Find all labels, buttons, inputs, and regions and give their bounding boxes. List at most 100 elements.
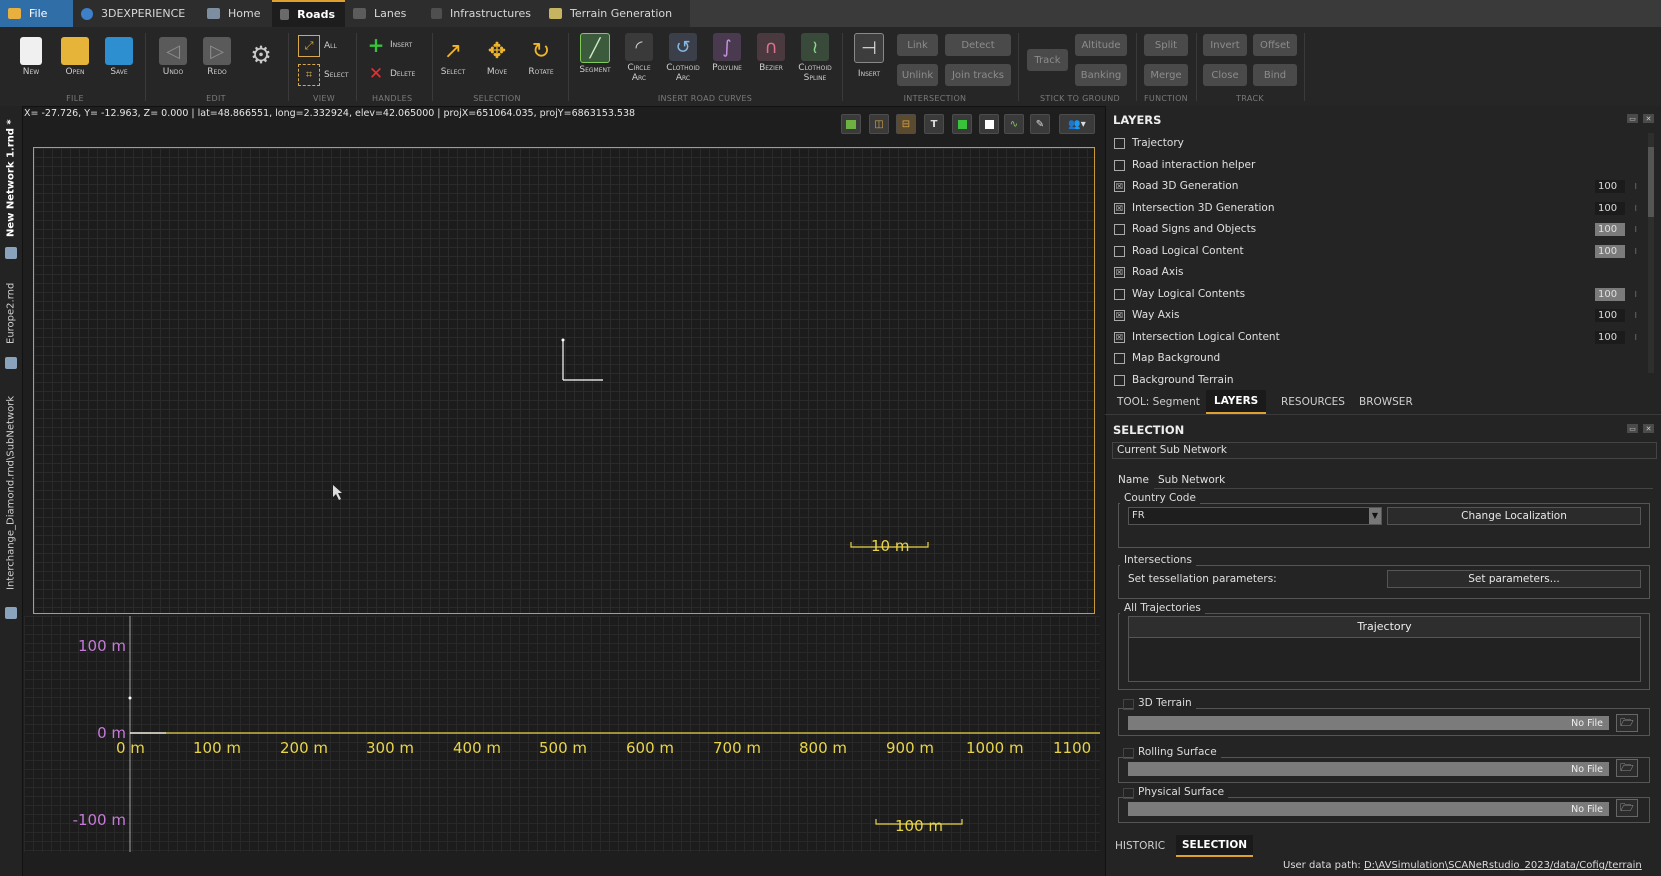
split-vertical-button[interactable]: ◫ bbox=[869, 114, 889, 134]
layer-row[interactable]: ☒ Road 3D Generation 100 ⁝ bbox=[1114, 177, 1639, 195]
green-layer-button[interactable] bbox=[952, 114, 972, 134]
country-code-select[interactable]: FR ▼ bbox=[1128, 507, 1382, 525]
tab-resources[interactable]: RESOURCES bbox=[1273, 390, 1353, 414]
circle-arc-button[interactable]: ◜ Circle Arc bbox=[619, 33, 659, 83]
layer-checkbox[interactable]: ☒ bbox=[1114, 180, 1125, 192]
clothoid-arc-button[interactable]: ↺ Clothoid Arc bbox=[663, 33, 703, 83]
edit-toggle-button[interactable]: ✎ bbox=[1030, 114, 1050, 134]
save-button[interactable]: Save bbox=[99, 37, 139, 77]
join-tracks-button[interactable]: Join tracks bbox=[945, 64, 1011, 86]
tab-home[interactable]: Home bbox=[199, 0, 272, 27]
layer-checkbox[interactable] bbox=[1114, 352, 1125, 364]
float-panel-icon[interactable]: ▭ bbox=[1627, 114, 1638, 123]
layer-row[interactable]: ☒ Road Axis bbox=[1114, 263, 1639, 281]
rolling-surface-file-field[interactable]: No File bbox=[1128, 762, 1609, 776]
layer-row[interactable]: Road Signs and Objects 100 ⁝ bbox=[1114, 220, 1639, 238]
bezier-button[interactable]: ∩ Bezier bbox=[751, 33, 791, 73]
split-button[interactable]: Split bbox=[1144, 34, 1188, 56]
change-localization-button[interactable]: Change Localization bbox=[1387, 507, 1641, 525]
segment-button[interactable]: ╱ Segment bbox=[575, 33, 615, 75]
layer-checkbox[interactable] bbox=[1114, 245, 1125, 257]
split-horizontal-button[interactable]: ⊟ bbox=[896, 114, 916, 134]
layer-checkbox[interactable] bbox=[1114, 137, 1125, 149]
layer-checkbox[interactable] bbox=[1114, 223, 1125, 235]
float-panel-icon[interactable]: ▭ bbox=[1627, 424, 1638, 433]
terrain-browse-button[interactable]: 🗁 bbox=[1616, 714, 1638, 732]
layer-row[interactable]: Way Logical Contents 100 ⁝ bbox=[1114, 285, 1639, 303]
invert-button[interactable]: Invert bbox=[1203, 34, 1247, 56]
tab-tool-segment[interactable]: TOOL: Segment bbox=[1109, 390, 1208, 414]
layer-row[interactable]: Map Background bbox=[1114, 349, 1639, 367]
altitude-button[interactable]: Altitude bbox=[1075, 34, 1127, 56]
redo-button[interactable]: ▷ Redo bbox=[197, 37, 237, 77]
close-panel-icon[interactable]: ✕ bbox=[1643, 424, 1654, 433]
layer-row[interactable]: ☒ Way Axis 100 ⁝ bbox=[1114, 306, 1639, 324]
spinner-icon[interactable]: ⁝ bbox=[1634, 225, 1637, 234]
detect-button[interactable]: Detect bbox=[945, 34, 1011, 56]
new-button[interactable]: New bbox=[11, 37, 51, 77]
name-input[interactable]: Sub Network bbox=[1154, 472, 1653, 489]
map-view-button[interactable] bbox=[841, 114, 861, 134]
user-data-path-link[interactable]: D:\AVSimulation\SCANeRstudio_2023/data/C… bbox=[1364, 860, 1642, 871]
layer-row[interactable]: Road interaction helper bbox=[1114, 156, 1639, 174]
spinner-icon[interactable]: ⁝ bbox=[1634, 333, 1637, 342]
doc-tab-interchange[interactable]: Interchange_Diamond.rnd\SubNetwork bbox=[2, 396, 20, 590]
layer-opacity-input[interactable]: 100 bbox=[1595, 201, 1625, 215]
unlink-button[interactable]: Unlink bbox=[897, 64, 938, 86]
close-track-button[interactable]: Close bbox=[1203, 64, 1247, 86]
rolling-surface-checkbox[interactable] bbox=[1123, 748, 1134, 759]
layer-checkbox[interactable] bbox=[1114, 159, 1125, 171]
link-button[interactable]: Link bbox=[897, 34, 938, 56]
open-button[interactable]: Open bbox=[55, 37, 95, 77]
layer-row[interactable]: Background Terrain bbox=[1114, 371, 1639, 389]
layer-opacity-input[interactable]: 100 bbox=[1595, 222, 1625, 236]
terrain-file-field[interactable]: No File bbox=[1128, 716, 1609, 730]
text-toggle-button[interactable]: T bbox=[924, 114, 944, 134]
tab-file[interactable]: File bbox=[0, 0, 73, 27]
layer-checkbox[interactable]: ☒ bbox=[1114, 266, 1125, 278]
layer-row[interactable]: Trajectory bbox=[1114, 134, 1639, 152]
scrollbar-thumb[interactable] bbox=[1648, 147, 1654, 217]
white-layer-button[interactable] bbox=[979, 114, 999, 134]
tab-infrastructures[interactable]: Infrastructures bbox=[423, 0, 541, 27]
physical-surface-checkbox[interactable] bbox=[1123, 788, 1134, 799]
set-parameters-button[interactable]: Set parameters... bbox=[1387, 570, 1641, 588]
doc-tab-europe2[interactable]: Europe2.rnd bbox=[2, 278, 20, 348]
layers-scrollbar[interactable] bbox=[1648, 133, 1654, 373]
camera-dropdown-button[interactable]: 👥▾ bbox=[1059, 114, 1095, 134]
layer-opacity-input[interactable]: 100 bbox=[1595, 287, 1625, 301]
layer-opacity-input[interactable]: 100 bbox=[1595, 179, 1625, 193]
trajectory-column-header[interactable]: Trajectory bbox=[1129, 617, 1640, 638]
tab-lanes[interactable]: Lanes bbox=[345, 0, 423, 27]
insert-handle-button[interactable]: + Insert bbox=[366, 33, 413, 57]
layer-row[interactable]: ☒ Intersection Logical Content 100 ⁝ bbox=[1114, 328, 1639, 346]
move-tool-button[interactable]: ✥ Move bbox=[477, 37, 517, 78]
settings-dropdown-button[interactable]: ⚙ bbox=[241, 41, 281, 71]
clothoid-spline-button[interactable]: ≀ Clothoid Spline bbox=[795, 33, 835, 83]
layer-checkbox[interactable]: ☒ bbox=[1114, 309, 1125, 321]
view-all-button[interactable]: ⤢ All bbox=[298, 35, 337, 57]
tab-terrain-generation[interactable]: Terrain Generation bbox=[541, 0, 690, 27]
track-stick-button[interactable]: Track bbox=[1027, 49, 1068, 71]
tab-3dexperience[interactable]: 3DEXPERIENCE bbox=[73, 0, 199, 27]
layer-opacity-input[interactable]: 100 bbox=[1595, 308, 1625, 322]
terrain-toggle-button[interactable]: ∿ bbox=[1004, 114, 1024, 134]
tab-selection[interactable]: SELECTION bbox=[1176, 835, 1254, 857]
spinner-icon[interactable]: ⁝ bbox=[1634, 290, 1637, 299]
layer-checkbox[interactable]: ☒ bbox=[1114, 331, 1125, 343]
insert-intersection-button[interactable]: ⊣ Insert bbox=[849, 33, 889, 79]
tab-roads[interactable]: Roads bbox=[272, 0, 345, 27]
terrain-checkbox[interactable] bbox=[1123, 699, 1134, 710]
layer-checkbox[interactable]: ☒ bbox=[1114, 202, 1125, 214]
merge-button[interactable]: Merge bbox=[1144, 64, 1188, 86]
polyline-button[interactable]: ∫ Polyline bbox=[707, 33, 747, 73]
layer-row[interactable]: Road Logical Content 100 ⁝ bbox=[1114, 242, 1639, 260]
tab-layers[interactable]: LAYERS bbox=[1206, 390, 1267, 414]
banking-button[interactable]: Banking bbox=[1075, 64, 1127, 86]
trajectory-table[interactable]: Trajectory bbox=[1128, 616, 1641, 682]
spinner-icon[interactable]: ⁝ bbox=[1634, 182, 1637, 191]
tab-historic[interactable]: HISTORIC bbox=[1109, 835, 1171, 857]
bind-button[interactable]: Bind bbox=[1253, 64, 1297, 86]
delete-handle-button[interactable]: ✕ Delete bbox=[366, 64, 415, 84]
close-panel-icon[interactable]: ✕ bbox=[1643, 114, 1654, 123]
